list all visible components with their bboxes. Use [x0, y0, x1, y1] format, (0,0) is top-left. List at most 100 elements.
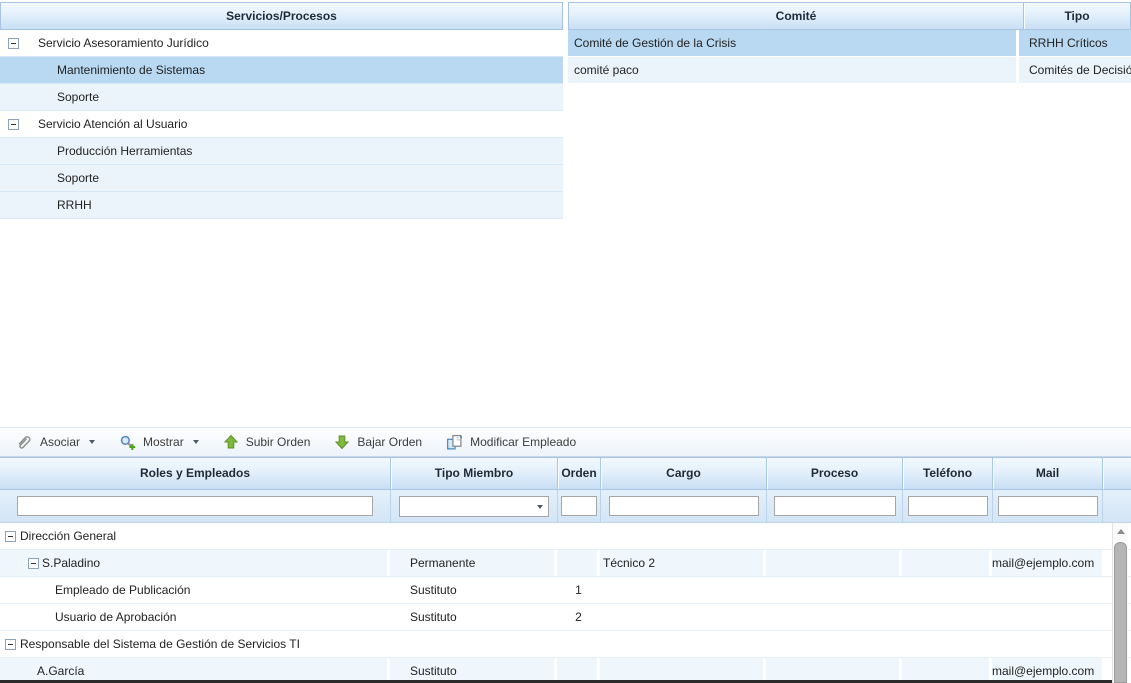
subir-orden-label: Subir Orden: [246, 435, 311, 449]
proceso-cell: [766, 604, 902, 630]
chevron-down-icon: [193, 440, 199, 444]
select-arrow-icon: [537, 505, 543, 509]
tree-item-servicio-asesoramiento-juridico[interactable]: Servicio Asesoramiento Jurídico: [0, 30, 563, 57]
asociar-button[interactable]: Asociar: [8, 431, 103, 454]
grid-row-empleado-de-publicacion[interactable]: Empleado de Publicación Sustituto 1: [0, 577, 1131, 604]
modificar-empleado-button[interactable]: Modificar Empleado: [438, 431, 584, 454]
tipo-miembro-cell: Sustituto: [390, 604, 557, 630]
members-grid-body: Dirección General S.Paladino Permanente …: [0, 523, 1131, 683]
members-toolbar: Asociar Mostrar Subir Orden: [0, 427, 1131, 457]
telefono-filter-input[interactable]: [908, 496, 988, 516]
tree-item-label: Servicio Atención al Usuario: [38, 111, 187, 138]
cargo-cell: Técnico 2: [600, 550, 766, 576]
column-header-proceso[interactable]: Proceso: [766, 457, 902, 490]
telefono-cell: [902, 550, 992, 576]
committee-name-cell: comité paco: [568, 57, 1019, 83]
tree-item-label: Producción Herramientas: [57, 138, 192, 165]
tree-item-label: RRHH: [57, 192, 92, 219]
orden-cell: [557, 550, 600, 576]
tipo-miembro-cell: Sustituto: [390, 577, 557, 603]
column-header-orden[interactable]: Orden: [557, 457, 600, 490]
roles-filter-input[interactable]: [17, 496, 373, 516]
member-label: Usuario de Aprobación: [55, 604, 176, 630]
committee-row-gestion-crisis[interactable]: Comité de Gestión de la Crisis RRHH Crít…: [568, 30, 1131, 57]
services-panel: Servicios/Procesos Servicio Asesoramient…: [0, 2, 563, 425]
scrollbar-thumb[interactable]: [1114, 542, 1127, 683]
column-header-telefono[interactable]: Teléfono: [902, 457, 992, 490]
tree-item-servicio-atencion-al-usuario[interactable]: Servicio Atención al Usuario: [0, 111, 563, 138]
telefono-cell: [902, 604, 992, 630]
modificar-empleado-label: Modificar Empleado: [470, 435, 576, 449]
vertical-scrollbar[interactable]: [1112, 523, 1128, 683]
bajar-orden-button[interactable]: Bajar Orden: [326, 431, 430, 453]
orden-cell: 1: [557, 577, 600, 603]
column-header-spacer: [1102, 457, 1131, 490]
services-panel-header: Servicios/Procesos: [0, 2, 563, 30]
tree-item-rrhh[interactable]: RRHH: [0, 192, 563, 219]
collapse-icon[interactable]: [28, 558, 39, 569]
member-label: S.Paladino: [42, 550, 100, 576]
collapse-icon[interactable]: [5, 639, 16, 650]
committee-grid-header: Comité Tipo: [568, 2, 1131, 30]
committee-row-comite-paco[interactable]: comité paco Comités de Decisión: [568, 57, 1131, 84]
proceso-cell: [766, 577, 902, 603]
column-header-roles[interactable]: Roles y Empleados: [0, 457, 390, 490]
column-header-tipo[interactable]: Tipo: [1023, 3, 1130, 29]
members-grid-header: Roles y Empleados Tipo Miembro Orden Car…: [0, 457, 1131, 490]
committee-type-cell: RRHH Críticos: [1019, 30, 1131, 56]
services-panel-title: Servicios/Procesos: [226, 9, 337, 23]
collapse-icon[interactable]: [8, 38, 19, 49]
mail-filter-input[interactable]: [998, 496, 1098, 516]
mail-cell: [992, 604, 1102, 630]
committee-panel: Comité Tipo Comité de Gestión de la Cris…: [568, 2, 1131, 425]
tree-item-label: Soporte: [57, 84, 99, 111]
arrow-up-icon: [223, 434, 239, 450]
tree-item-produccion-herramientas[interactable]: Producción Herramientas: [0, 138, 563, 165]
cargo-filter-input[interactable]: [609, 496, 759, 516]
committee-name-cell: Comité de Gestión de la Crisis: [568, 30, 1019, 56]
tree-item-mantenimiento-de-sistemas[interactable]: Mantenimiento de Sistemas: [0, 57, 563, 84]
tree-item-label: Mantenimiento de Sistemas: [57, 57, 205, 84]
proceso-filter-input[interactable]: [774, 496, 896, 516]
grid-row-group-responsable-sgsti[interactable]: Responsable del Sistema de Gestión de Se…: [0, 631, 1131, 658]
app-window: Servicios/Procesos Servicio Asesoramient…: [0, 0, 1131, 683]
column-header-tipo-miembro[interactable]: Tipo Miembro: [390, 457, 557, 490]
subir-orden-button[interactable]: Subir Orden: [215, 431, 319, 453]
column-header-mail[interactable]: Mail: [992, 457, 1102, 490]
tipo-miembro-cell: Permanente: [390, 550, 557, 576]
tree-item-soporte-1[interactable]: Soporte: [0, 84, 563, 111]
proceso-cell: [766, 550, 902, 576]
tree-item-soporte-2[interactable]: Soporte: [0, 165, 563, 192]
telefono-cell: [902, 577, 992, 603]
cargo-cell: [600, 577, 766, 603]
mostrar-button[interactable]: Mostrar: [111, 431, 207, 454]
grid-row-group-direccion-general[interactable]: Dirección General: [0, 523, 1131, 550]
collapse-icon[interactable]: [8, 119, 19, 130]
mostrar-label: Mostrar: [143, 435, 184, 449]
group-label: Dirección General: [20, 523, 116, 549]
search-plus-icon: [119, 434, 136, 451]
mail-cell: [992, 577, 1102, 603]
scroll-up-icon[interactable]: [1113, 523, 1128, 539]
members-section: Asociar Mostrar Subir Orden: [0, 427, 1131, 683]
services-tree: Servicio Asesoramiento Jurídico Mantenim…: [0, 30, 563, 219]
grid-row-usuario-de-aprobacion[interactable]: Usuario de Aprobación Sustituto 2: [0, 604, 1131, 631]
members-filter-row: [0, 490, 1131, 523]
chevron-down-icon: [89, 440, 95, 444]
committee-type-cell: Comités de Decisión: [1019, 57, 1131, 83]
tipo-miembro-filter-select[interactable]: [399, 496, 549, 517]
member-label: Empleado de Publicación: [55, 577, 190, 603]
collapse-icon[interactable]: [5, 531, 16, 542]
modify-employee-icon: [446, 434, 463, 451]
column-header-cargo[interactable]: Cargo: [600, 457, 766, 490]
tree-item-label: Servicio Asesoramiento Jurídico: [38, 30, 209, 57]
bajar-orden-label: Bajar Orden: [357, 435, 422, 449]
asociar-label: Asociar: [40, 435, 80, 449]
grid-row-s-paladino[interactable]: S.Paladino Permanente Técnico 2 mail@eje…: [0, 550, 1131, 577]
arrow-down-icon: [334, 434, 350, 450]
paperclip-icon: [16, 434, 33, 451]
column-header-comite[interactable]: Comité: [569, 3, 1023, 29]
group-label: Responsable del Sistema de Gestión de Se…: [20, 631, 300, 657]
mail-cell: mail@ejemplo.com: [992, 550, 1102, 576]
orden-filter-input[interactable]: [561, 496, 597, 516]
